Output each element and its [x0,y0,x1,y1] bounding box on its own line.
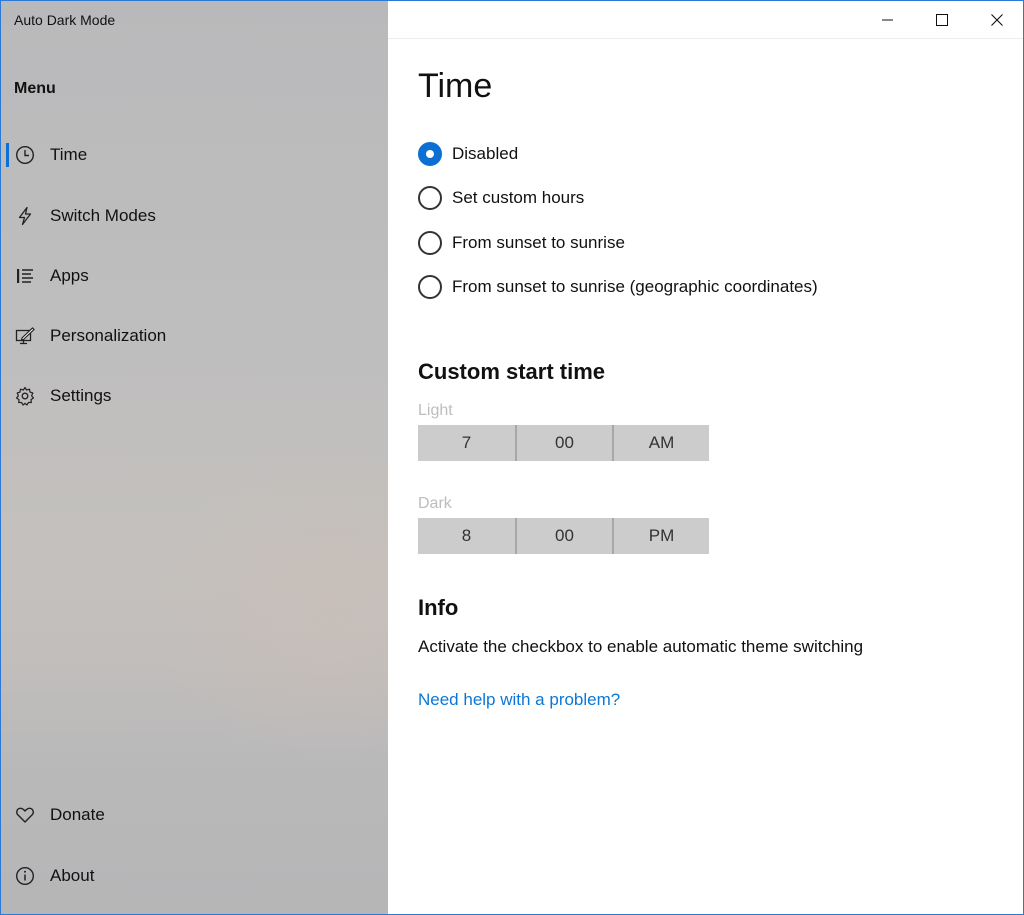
radio-indicator [418,275,442,299]
title-bar [388,1,1023,39]
radio-label: Disabled [452,144,519,163]
page-title: Time [418,67,493,105]
sidebar-item-personalization[interactable]: Personalization [1,314,388,358]
sidebar-item-label: About [50,866,95,885]
close-button[interactable] [970,1,1023,39]
dark-minute-field[interactable]: 00 [515,518,612,554]
light-time-label: Light [418,402,453,419]
dark-period-field[interactable]: PM [612,518,709,554]
heart-icon [15,805,35,825]
selection-indicator [6,143,9,167]
info-icon [15,866,35,886]
info-text: Activate the checkbox to enable automati… [418,637,864,656]
radio-label: Set custom hours [452,188,585,207]
sidebar-item-settings[interactable]: Settings [1,374,388,418]
lightning-icon [15,206,35,226]
sidebar-item-donate[interactable]: Donate [1,793,388,837]
help-link[interactable]: Need help with a problem? [418,690,620,710]
dark-hour-field[interactable]: 8 [418,518,515,554]
radio-sunset-sunrise-geo[interactable]: From sunset to sunrise (geographic coord… [418,274,818,300]
radio-label: From sunset to sunrise [452,233,625,252]
dark-time-picker[interactable]: 8 00 PM [418,518,709,554]
menu-heading: Menu [14,80,56,97]
light-period-field[interactable]: AM [612,425,709,461]
sidebar-item-label: Switch Modes [50,206,156,225]
radio-label: From sunset to sunrise (geographic coord… [452,277,818,296]
radio-sunset-sunrise[interactable]: From sunset to sunrise [418,230,625,256]
minimize-icon [882,19,893,21]
gear-icon [15,386,35,406]
maximize-button[interactable] [915,1,969,39]
sidebar-item-about[interactable]: About [1,854,388,898]
app-window: Auto Dark Mode Menu Time Switch Modes Ap… [0,0,1024,915]
close-icon [991,14,1003,26]
clock-icon [15,145,35,165]
sidebar-item-label: Settings [50,386,112,405]
radio-indicator [418,186,442,210]
sidebar-item-label: Personalization [50,326,167,345]
navigation-pane: Auto Dark Mode Menu Time Switch Modes Ap… [1,1,388,914]
radio-indicator [418,142,442,166]
minimize-button[interactable] [861,1,915,39]
app-title: Auto Dark Mode [14,12,116,28]
sidebar-item-label: Time [50,145,88,164]
light-time-picker[interactable]: 7 00 AM [418,425,709,461]
sidebar-item-time[interactable]: Time [1,133,388,177]
sidebar-item-switch-modes[interactable]: Switch Modes [1,194,388,238]
monitor-pen-icon [15,326,35,346]
maximize-icon [936,14,948,26]
content-pane: Time Disabled Set custom hours From suns… [388,1,1023,914]
radio-custom-hours[interactable]: Set custom hours [418,185,584,211]
light-hour-field[interactable]: 7 [418,425,515,461]
radio-disabled[interactable]: Disabled [418,141,518,167]
dark-time-label: Dark [418,495,452,512]
radio-indicator [418,231,442,255]
list-icon [15,266,35,286]
custom-start-time-heading: Custom start time [418,359,606,384]
sidebar-item-label: Donate [50,805,105,824]
info-heading: Info [418,595,459,620]
light-minute-field[interactable]: 00 [515,425,612,461]
sidebar-item-label: Apps [50,266,89,285]
sidebar-item-apps[interactable]: Apps [1,254,388,298]
